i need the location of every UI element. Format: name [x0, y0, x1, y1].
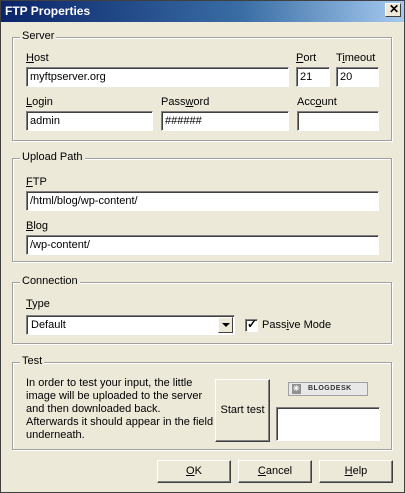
star-icon: ✳ — [292, 384, 301, 394]
test-image-preview — [276, 407, 380, 441]
account-input[interactable] — [297, 111, 379, 131]
test-instructions: In order to test your input, the little … — [26, 377, 216, 442]
ftp-path-label: FTP — [26, 176, 47, 188]
timeout-input[interactable]: 20 — [336, 67, 379, 87]
upload-path-legend: Upload Path — [20, 151, 85, 163]
close-button[interactable]: ✕ — [385, 2, 401, 17]
login-input[interactable]: admin — [26, 111, 153, 131]
test-line: underneath. — [26, 429, 85, 441]
blog-path-input[interactable]: /wp-content/ — [26, 235, 379, 255]
test-line: and then downloaded back. — [26, 403, 161, 415]
ftp-properties-dialog: FTP Properties ✕ Server Host myftpserver… — [0, 0, 405, 493]
password-label: Password — [161, 96, 210, 108]
title-bar: FTP Properties ✕ — [1, 1, 404, 22]
blog-path-label: Blog — [26, 220, 49, 232]
test-line: image will be uploaded to the server — [26, 390, 203, 402]
passive-mode-checkbox[interactable]: ✓ — [245, 317, 258, 332]
connection-type-value: Default — [31, 319, 66, 331]
timeout-label: Timeout — [336, 52, 376, 64]
window-title: FTP Properties — [5, 4, 91, 18]
start-test-label: Start test — [220, 404, 265, 416]
cancel-button[interactable]: Cancel — [238, 460, 312, 483]
ok-button[interactable]: OK — [157, 460, 231, 483]
account-label: Account — [297, 96, 337, 108]
logo-text: BLOGDESK — [308, 385, 352, 392]
blogdesk-logo-icon: ✳ BLOGDESK — [288, 382, 368, 396]
login-label: Login — [26, 96, 53, 108]
password-input[interactable]: ###### — [161, 111, 289, 131]
type-label: Type — [26, 298, 50, 310]
passive-mode-label[interactable]: Passive Mode — [262, 319, 331, 331]
connection-type-select[interactable]: Default — [26, 315, 235, 335]
test-line: In order to test your input, the little — [26, 377, 193, 389]
help-button[interactable]: Help — [319, 460, 393, 483]
test-line: Afterwards it should appear in the field — [26, 416, 214, 428]
chevron-down-icon[interactable] — [218, 317, 233, 333]
ftp-path-input[interactable]: /html/blog/wp-content/ — [26, 191, 379, 211]
close-icon: ✕ — [389, 2, 400, 16]
port-label: Port — [296, 52, 317, 64]
connection-legend: Connection — [20, 275, 80, 287]
host-label: Host — [26, 52, 49, 64]
start-test-button[interactable]: Start test — [215, 379, 270, 442]
server-legend: Server — [20, 30, 57, 42]
port-input[interactable]: 21 — [296, 67, 330, 87]
test-legend: Test — [20, 355, 45, 367]
checkmark-icon: ✓ — [247, 317, 258, 331]
host-input[interactable]: myftpserver.org — [26, 67, 289, 87]
